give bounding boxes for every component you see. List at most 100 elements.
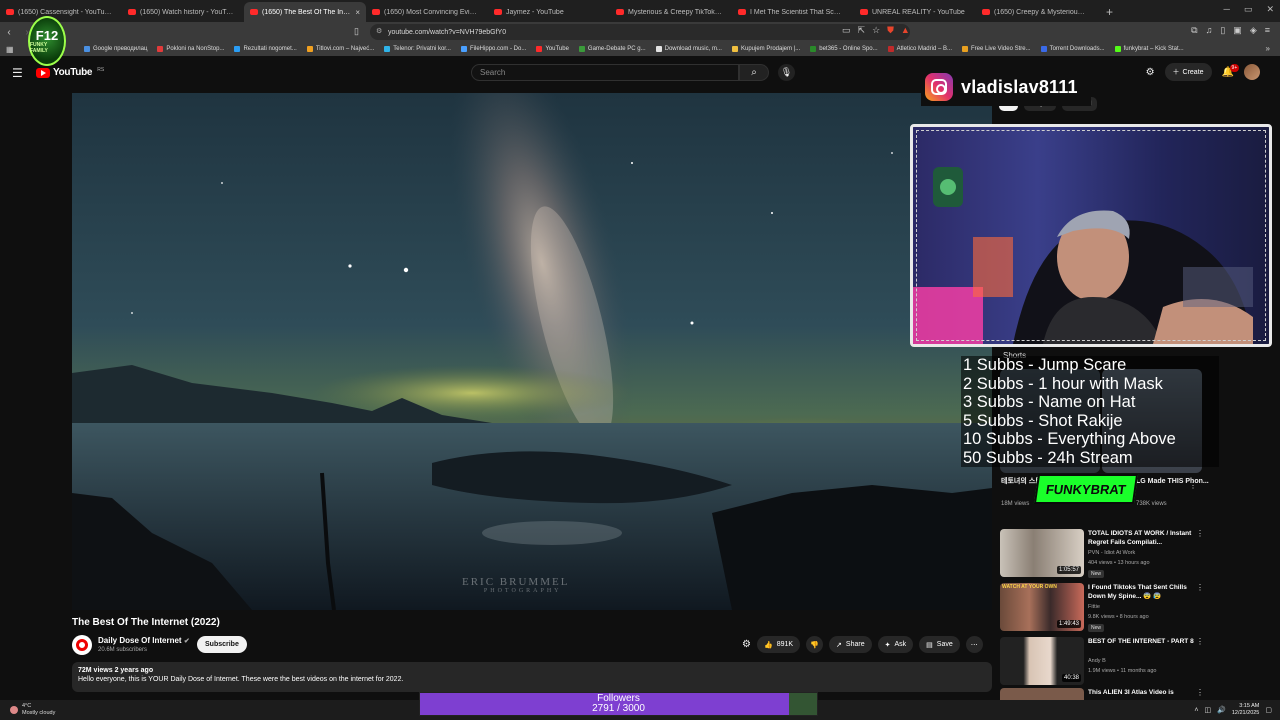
- menu-icon[interactable]: ≡: [1265, 25, 1270, 36]
- short-title[interactable]: LG Made THIS Phon...: [1136, 477, 1222, 486]
- bookmark-item[interactable]: Google преводилац: [84, 46, 147, 52]
- vpn-icon[interactable]: ◈: [1250, 25, 1257, 36]
- voice-search-button[interactable]: 🎙: [778, 64, 795, 81]
- close-window-icon[interactable]: ✕: [1266, 4, 1274, 15]
- video-description[interactable]: 72M views 2 years ago Hello everyone, th…: [72, 662, 992, 692]
- recommendation-menu-icon[interactable]: ⋮: [1196, 583, 1204, 592]
- account-avatar[interactable]: [1244, 64, 1260, 80]
- browser-tab[interactable]: (1650) Cassensight - YouTube: [0, 2, 122, 22]
- bookmark-item[interactable]: Telenor: Privatni kor...: [384, 46, 451, 52]
- new-tab-button[interactable]: +: [1098, 2, 1121, 22]
- browser-tab[interactable]: Mysterious & Creepy TikToks That'll: [610, 2, 732, 22]
- dislike-button[interactable]: 👎: [806, 636, 824, 653]
- bookmark-item[interactable]: Download music, m...: [655, 46, 722, 52]
- minimize-icon[interactable]: ─: [1224, 4, 1230, 15]
- system-clock[interactable]: 3:15 AM 12/21/2025: [1232, 703, 1260, 717]
- recommendation-menu-icon[interactable]: ⋮: [1196, 637, 1204, 646]
- browser-tab[interactable]: Jaymez - YouTube: [488, 2, 610, 22]
- browser-tab[interactable]: (1650) Creepy & Mysterious Videos: [976, 2, 1098, 22]
- share-page-icon[interactable]: ⇱: [858, 25, 866, 36]
- search-icon: ⌕: [751, 67, 757, 78]
- short-menu-icon[interactable]: ⋮: [1189, 481, 1197, 490]
- rewards-icon[interactable]: ▲: [901, 25, 910, 36]
- bookmark-favicon-icon: [384, 46, 391, 52]
- youtube-logo[interactable]: YouTube RS: [36, 67, 104, 78]
- wallet-icon[interactable]: ▣: [1233, 25, 1242, 36]
- bookmark-item[interactable]: bet365 - Online Spo...: [810, 46, 878, 52]
- cast-icon[interactable]: ▭: [842, 25, 851, 36]
- save-button[interactable]: ▤ Save: [919, 636, 960, 653]
- apps-icon[interactable]: ▦: [6, 45, 14, 54]
- browser-toolbar-right: ⧉ ♫ ▯ ▣ ◈ ≡: [1191, 25, 1270, 36]
- video-player[interactable]: [72, 93, 992, 610]
- bookmark-item[interactable]: Atletico Madrid – B...: [887, 46, 952, 52]
- bookmark-item[interactable]: Free Live Video Stre...: [961, 46, 1031, 52]
- recommendation-views: 9.8K views • 8 hours ago: [1088, 614, 1149, 620]
- recommendation-item[interactable]: This ALIEN 3I Atlas Video is ⋮: [1000, 688, 1205, 700]
- music-icon[interactable]: ♫: [1206, 25, 1213, 36]
- sidebar-icon[interactable]: ▯: [1220, 25, 1225, 36]
- notifications-button[interactable]: 🔔 9+: [1222, 63, 1240, 78]
- more-bookmarks-icon[interactable]: »: [1266, 44, 1270, 53]
- bookmark-icon[interactable]: ▯: [354, 26, 359, 37]
- chevron-up-icon[interactable]: ˄: [1194, 707, 1198, 714]
- gear-icon[interactable]: ⚙: [1146, 67, 1155, 78]
- bookmark-item[interactable]: funkybrat – Kick Stat...: [1114, 46, 1184, 52]
- recommendation-menu-icon[interactable]: ⋮: [1196, 688, 1204, 697]
- bookmark-item[interactable]: FileHippo.com - Do...: [460, 46, 526, 52]
- video-thumbnail[interactable]: 40:38: [1000, 637, 1084, 685]
- network-icon[interactable]: ◫: [1205, 706, 1212, 714]
- extensions-icon[interactable]: ⧉: [1191, 25, 1197, 36]
- video-thumbnail[interactable]: 1:05:57: [1000, 529, 1084, 577]
- sub-goal-item: 10 Subbs - Everything Above: [963, 430, 1176, 448]
- volume-icon[interactable]: 🔊: [1217, 706, 1226, 714]
- channel-logo-icon: [76, 639, 88, 651]
- brave-shield-icon[interactable]: ⛊: [887, 25, 894, 36]
- bookmark-item[interactable]: YouTube: [536, 46, 569, 52]
- weather-widget[interactable]: 4°C Mostly cloudy: [10, 703, 55, 717]
- bookmark-item[interactable]: Torrent Downloads...: [1040, 46, 1105, 52]
- bookmark-label: Kupujem Prodajem |...: [740, 46, 801, 52]
- bookmark-item[interactable]: Titlovi.com – Najveć...: [306, 46, 374, 52]
- create-button[interactable]: ＋ Create: [1164, 63, 1212, 81]
- recommendation-title: BEST OF THE INTERNET - PART 8: [1088, 638, 1194, 645]
- search-button[interactable]: ⌕: [739, 64, 769, 81]
- gear-overlay-icon[interactable]: ⚙: [742, 639, 751, 650]
- bookmark-item[interactable]: Pokloni na NonStop...: [157, 46, 224, 52]
- sub-goal-item: 1 Subbs - Jump Scare: [963, 356, 1127, 374]
- bookmark-favicon-icon: [655, 46, 662, 52]
- bookmark-item[interactable]: Kupujem Prodajem |...: [731, 46, 801, 52]
- ask-button[interactable]: ✦ Ask: [877, 636, 914, 653]
- browser-tab[interactable]: (1650) Watch history - YouTube: [122, 2, 244, 22]
- share-button[interactable]: ↗ Share: [829, 636, 872, 653]
- site-info-icon[interactable]: ⚙: [376, 27, 382, 35]
- recommendation-item[interactable]: 1:05:57 TOTAL IDIOTS AT WORK / Instant R…: [1000, 529, 1205, 579]
- video-thumbnail[interactable]: [1000, 688, 1084, 700]
- close-tab-icon[interactable]: ×: [355, 8, 360, 17]
- notification-center-icon[interactable]: ▢: [1265, 706, 1272, 714]
- channel-avatar[interactable]: [72, 635, 92, 655]
- bookmark-item[interactable]: Game-Debate PC g...: [578, 46, 646, 52]
- star-icon[interactable]: ☆: [872, 25, 880, 36]
- channel-name[interactable]: Daily Dose Of Internet ✔: [98, 636, 190, 645]
- browser-tab[interactable]: (1650) Most Convincing Evidence Of: [366, 2, 488, 22]
- instagram-overlay: vladislav8111: [921, 68, 1091, 106]
- browser-tab[interactable]: (1650) The Best Of The Interne ×: [244, 2, 366, 22]
- guide-menu-icon[interactable]: ☰: [12, 66, 23, 80]
- url-field[interactable]: ⚙ youtube.com/watch?v=NVH79ebGfY0: [370, 24, 910, 40]
- bookmark-label: Game-Debate PC g...: [587, 46, 646, 52]
- more-actions-button[interactable]: ⋯: [965, 636, 983, 653]
- recommendation-item[interactable]: WATCH AT YOUR OWN 1:49:43 I Found Tiktok…: [1000, 583, 1205, 633]
- browser-tab[interactable]: UNREAL REALITY - YouTube: [854, 2, 976, 22]
- recommendation-menu-icon[interactable]: ⋮: [1196, 529, 1204, 538]
- subscribe-button[interactable]: Subscribe: [197, 636, 247, 653]
- browser-tab[interactable]: I Met The Scientist That Scanned Bra: [732, 2, 854, 22]
- maximize-icon[interactable]: ▭: [1244, 4, 1253, 15]
- back-icon[interactable]: ‹: [0, 27, 18, 38]
- like-button[interactable]: 👍 891K: [756, 636, 801, 653]
- temperature: 4°C: [22, 703, 32, 709]
- video-thumbnail[interactable]: WATCH AT YOUR OWN 1:49:43: [1000, 583, 1084, 631]
- search-input[interactable]: Search: [471, 64, 739, 81]
- bookmark-item[interactable]: Rezultati nogomet...: [234, 46, 297, 52]
- recommendation-item[interactable]: 40:38 BEST OF THE INTERNET - PART 8 Andy…: [1000, 637, 1205, 687]
